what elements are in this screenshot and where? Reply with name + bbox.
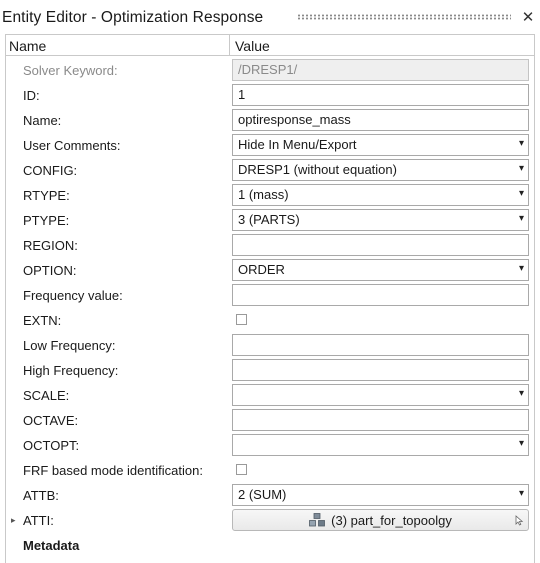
row-octave: OCTAVE:: [6, 408, 534, 433]
metadata-section-label[interactable]: Metadata: [23, 538, 79, 553]
label-user-comments: User Comments:: [23, 138, 121, 153]
cursor-arrow-icon: [515, 515, 524, 526]
option-select[interactable]: ORDER ▾: [232, 259, 529, 281]
row-metadata: Metadata: [6, 533, 534, 558]
window-title: Entity Editor - Optimization Response: [2, 9, 264, 26]
low-frequency-field[interactable]: [232, 334, 529, 356]
row-rtype: RTYPE: 1 (mass) ▾: [6, 183, 534, 208]
chevron-down-icon: ▾: [518, 163, 524, 174]
close-icon: ✕: [521, 9, 535, 26]
user-comments-value: Hide In Menu/Export: [238, 137, 357, 152]
label-config: CONFIG:: [23, 163, 78, 178]
atti-entity-selector-button[interactable]: (3) part_for_topoolgy: [232, 509, 529, 531]
config-value: DRESP1 (without equation): [238, 162, 397, 177]
option-value: ORDER: [238, 262, 285, 277]
row-high-frequency: High Frequency:: [6, 358, 534, 383]
label-frequency-value: Frequency value:: [23, 288, 123, 303]
label-frf-mode-identification: FRF based mode identification:: [23, 463, 203, 478]
scale-select[interactable]: ▾: [232, 384, 529, 406]
row-ptype: PTYPE: 3 (PARTS) ▾: [6, 208, 534, 233]
octave-field[interactable]: [232, 409, 529, 431]
drag-grip-handle[interactable]: [297, 14, 511, 20]
parts-icon: [309, 513, 326, 527]
row-solver-keyword: Solver Keyword: /DRESP1/: [6, 58, 534, 83]
close-button[interactable]: ✕: [519, 8, 537, 26]
label-octave: OCTAVE:: [23, 413, 79, 428]
table-header: Name Value: [6, 35, 534, 56]
label-attb: ATTB:: [23, 488, 59, 503]
row-user-comments: User Comments: Hide In Menu/Export ▾: [6, 133, 534, 158]
rtype-select[interactable]: 1 (mass) ▾: [232, 184, 529, 206]
label-rtype: RTYPE:: [23, 188, 70, 203]
label-solver-keyword: Solver Keyword:: [23, 63, 118, 78]
row-octopt: OCTOPT: ▾: [6, 433, 534, 458]
label-low-frequency: Low Frequency:: [23, 338, 116, 353]
title-bar: Entity Editor - Optimization Response ✕: [0, 0, 540, 34]
row-frf-mode-identification: FRF based mode identification:: [6, 458, 534, 483]
octopt-select[interactable]: ▾: [232, 434, 529, 456]
region-field[interactable]: [232, 234, 529, 256]
label-name: Name:: [23, 113, 62, 128]
row-frequency-value: Frequency value:: [6, 283, 534, 308]
row-atti: ▸ ATTI: (3) part_for_topoolgy: [6, 508, 534, 533]
row-id: ID: 1: [6, 83, 534, 108]
id-field[interactable]: 1: [232, 84, 529, 106]
high-frequency-field[interactable]: [232, 359, 529, 381]
atti-value: (3) part_for_topoolgy: [331, 512, 452, 528]
chevron-down-icon: ▾: [518, 438, 524, 449]
label-region: REGION:: [23, 238, 78, 253]
label-atti: ATTI:: [23, 513, 54, 528]
label-extn: EXTN:: [23, 313, 62, 328]
extn-checkbox[interactable]: [236, 314, 247, 325]
chevron-down-icon: ▾: [518, 263, 524, 274]
label-high-frequency: High Frequency:: [23, 363, 119, 378]
chevron-down-icon: ▾: [518, 213, 524, 224]
row-attb: ATTB: 2 (SUM) ▾: [6, 483, 534, 508]
ptype-select[interactable]: 3 (PARTS) ▾: [232, 209, 529, 231]
label-id: ID:: [23, 88, 40, 103]
column-divider[interactable]: [229, 35, 230, 55]
attb-value: 2 (SUM): [238, 487, 287, 502]
row-name: Name: optiresponse_mass: [6, 108, 534, 133]
attb-select[interactable]: 2 (SUM) ▾: [232, 484, 529, 506]
row-scale: SCALE: ▾: [6, 383, 534, 408]
row-region: REGION:: [6, 233, 534, 258]
chevron-down-icon: ▾: [518, 138, 524, 149]
row-config: CONFIG: DRESP1 (without equation) ▾: [6, 158, 534, 183]
user-comments-select[interactable]: Hide In Menu/Export ▾: [232, 134, 529, 156]
row-option: OPTION: ORDER ▾: [6, 258, 534, 283]
solver-keyword-field: /DRESP1/: [232, 59, 529, 81]
frequency-value-field[interactable]: [232, 284, 529, 306]
label-scale: SCALE:: [23, 388, 70, 403]
property-table: Name Value Solver Keyword: /DRESP1/ ID: …: [5, 34, 535, 563]
frf-mode-identification-checkbox[interactable]: [236, 464, 247, 475]
label-ptype: PTYPE:: [23, 213, 70, 228]
row-low-frequency: Low Frequency:: [6, 333, 534, 358]
rtype-value: 1 (mass): [238, 187, 289, 202]
label-option: OPTION:: [23, 263, 77, 278]
column-header-value: Value: [235, 38, 270, 54]
ptype-value: 3 (PARTS): [238, 212, 300, 227]
column-header-name: Name: [9, 38, 47, 54]
label-octopt: OCTOPT:: [23, 438, 80, 453]
chevron-down-icon: ▾: [518, 488, 524, 499]
row-extn: EXTN:: [6, 308, 534, 333]
name-field[interactable]: optiresponse_mass: [232, 109, 529, 131]
expand-arrow-icon[interactable]: ▸: [11, 515, 16, 526]
chevron-down-icon: ▾: [518, 188, 524, 199]
chevron-down-icon: ▾: [518, 388, 524, 399]
config-select[interactable]: DRESP1 (without equation) ▾: [232, 159, 529, 181]
